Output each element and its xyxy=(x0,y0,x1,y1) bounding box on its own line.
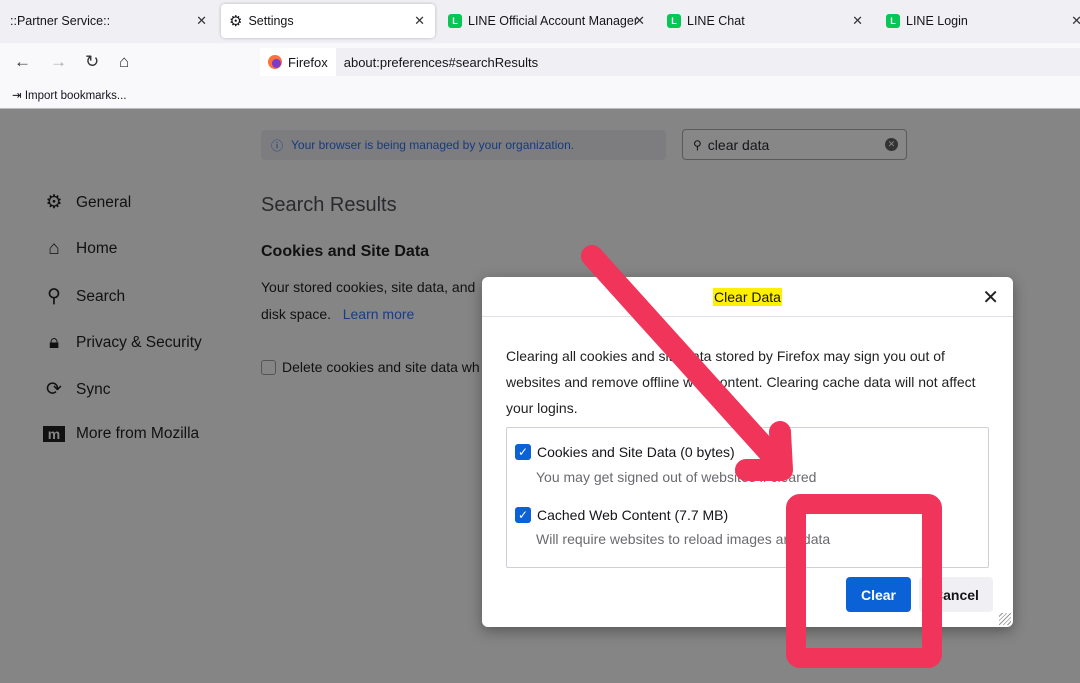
identity-box[interactable]: Firefox xyxy=(260,48,336,76)
checkmark-icon: ✓ xyxy=(515,507,531,523)
clear-data-dialog: Clear Data ✕ Clearing all cookies and si… xyxy=(482,277,1013,627)
tab-label: LINE Chat xyxy=(687,14,745,28)
sidebar-label: Sync xyxy=(76,380,111,398)
tab-partner-service[interactable]: ::Partner Service:: ✕ xyxy=(2,4,217,38)
mozilla-icon: m xyxy=(43,426,65,442)
gear-icon: ⚙ xyxy=(45,192,63,213)
section-text: Your stored cookies, site data, and xyxy=(261,279,476,295)
settings-search-input[interactable]: ⚲ clear data ✕ xyxy=(682,129,907,160)
gear-icon: ⚙ xyxy=(229,13,243,30)
learn-more-link[interactable]: Learn more xyxy=(343,306,415,322)
section-title: Cookies and Site Data xyxy=(261,243,430,260)
managed-notice: ⓘ Your browser is being managed by your o… xyxy=(261,130,666,160)
managed-text[interactable]: Your browser is being managed by your or… xyxy=(291,138,574,152)
sidebar-item-search[interactable]: ⚲ Search xyxy=(43,285,125,308)
option-label: Cached Web Content (7.7 MB) xyxy=(537,507,729,523)
firefox-icon xyxy=(268,55,282,69)
cancel-button[interactable]: Cancel xyxy=(919,577,993,612)
section-text: disk space. xyxy=(261,306,332,322)
tab-line-login[interactable]: L LINE Login ✕ xyxy=(878,4,1080,38)
tab-line-oam[interactable]: L LINE Official Account Manager ✕ xyxy=(440,4,655,38)
sidebar-label: More from Mozilla xyxy=(76,425,200,442)
cookies-checkbox[interactable]: ✓ Cookies and Site Data (0 bytes) xyxy=(515,444,735,460)
line-chat-icon: L xyxy=(886,14,900,28)
clear-search-icon[interactable]: ✕ xyxy=(885,138,898,151)
sidebar-label: Search xyxy=(76,287,126,305)
import-icon: ⇥ xyxy=(12,90,25,102)
tab-line-chat[interactable]: L LINE Chat ✕ xyxy=(659,4,873,38)
back-icon[interactable]: ← xyxy=(14,52,31,72)
option-description: You may get signed out of websites if cl… xyxy=(536,469,817,485)
url-bar[interactable]: Firefox about:preferences#searchResults xyxy=(260,48,1080,76)
resize-grip-icon[interactable] xyxy=(999,613,1011,625)
home-icon: ⌂ xyxy=(48,238,60,259)
identity-label: Firefox xyxy=(288,54,328,70)
delete-on-close-checkbox[interactable]: Delete cookies and site data wh xyxy=(261,359,480,375)
clear-button[interactable]: Clear xyxy=(846,577,911,612)
tab-label: LINE Login xyxy=(906,14,968,28)
search-icon: ⚲ xyxy=(47,286,61,307)
dialog-title: Clear Data xyxy=(713,287,782,306)
sidebar-item-home[interactable]: ⌂ Home xyxy=(43,238,117,260)
info-icon: ⓘ xyxy=(271,138,284,153)
options-box: ✓ Cookies and Site Data (0 bytes) You may… xyxy=(506,427,989,568)
close-tab-icon[interactable]: ✕ xyxy=(852,13,863,29)
url-text: about:preferences#searchResults xyxy=(343,54,539,70)
sidebar-item-privacy[interactable]: 🔒︎ Privacy & Security xyxy=(43,332,202,354)
sidebar-item-general[interactable]: ⚙ General xyxy=(43,191,131,214)
search-value: clear data xyxy=(707,136,770,153)
sidebar-item-sync[interactable]: ⟳ Sync xyxy=(43,378,110,401)
cache-checkbox[interactable]: ✓ Cached Web Content (7.7 MB) xyxy=(515,507,728,523)
sync-icon: ⟳ xyxy=(46,379,62,400)
page-title: Search Results xyxy=(261,194,397,216)
reload-icon[interactable]: ↻ xyxy=(85,52,99,72)
checkbox-label: Delete cookies and site data wh xyxy=(282,359,480,375)
sidebar-label: Home xyxy=(76,240,118,257)
lock-icon: 🔒︎ xyxy=(48,332,60,353)
tab-settings[interactable]: ⚙ Settings ✕ xyxy=(221,4,435,38)
sidebar-label: General xyxy=(76,193,132,211)
close-tab-icon[interactable]: ✕ xyxy=(634,13,645,29)
search-icon: ⚲ xyxy=(693,137,702,152)
tab-label: Settings xyxy=(248,14,294,28)
checkbox[interactable] xyxy=(261,360,276,375)
sidebar-label: Privacy & Security xyxy=(76,334,202,351)
tab-label: LINE Official Account Manager xyxy=(468,14,638,28)
close-tab-icon[interactable]: ✕ xyxy=(414,13,425,29)
close-tab-icon[interactable]: ✕ xyxy=(1071,13,1080,29)
option-description: Will require websites to reload images a… xyxy=(536,531,831,547)
close-icon[interactable]: ✕ xyxy=(982,285,999,310)
dialog-description: Clearing all cookies and site data store… xyxy=(506,348,976,416)
close-tab-icon[interactable]: ✕ xyxy=(196,13,207,29)
line-shield-icon: L xyxy=(448,14,462,28)
home-icon[interactable]: ⌂ xyxy=(119,52,129,72)
forward-icon[interactable]: → xyxy=(50,52,67,72)
sidebar-item-mozilla[interactable]: m More from Mozilla xyxy=(43,425,199,443)
navigation-bar: ← → ↻ ⌂ Firefox about:preferences#search… xyxy=(0,43,1080,81)
tab-label: ::Partner Service:: xyxy=(10,14,111,28)
checkmark-icon: ✓ xyxy=(515,444,531,460)
import-bookmarks-link[interactable]: Import bookmarks... xyxy=(25,90,127,102)
line-shield-icon: L xyxy=(667,14,681,28)
tab-bar: ::Partner Service:: ✕ ⚙ Settings ✕ L LINE Of… xyxy=(0,0,1080,43)
option-label: Cookies and Site Data (0 bytes) xyxy=(537,444,735,460)
bookmarks-toolbar: ⇥ Import bookmarks... xyxy=(0,81,1080,109)
